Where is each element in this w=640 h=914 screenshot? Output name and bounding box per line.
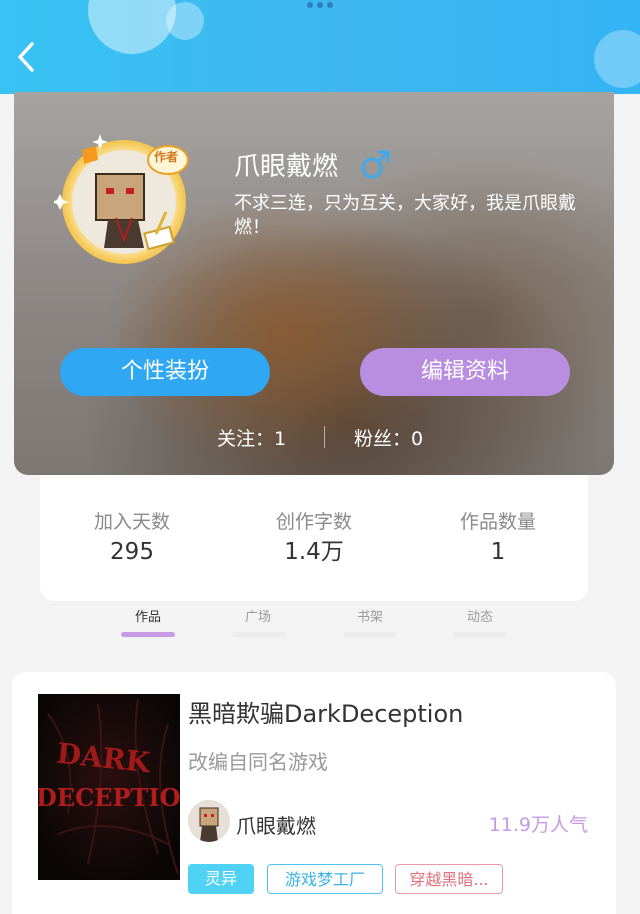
author-avatar-image xyxy=(188,800,230,842)
stat-word-count: 创作字数 1.4万 xyxy=(234,509,394,567)
username: 爪眼戴燃 xyxy=(234,152,339,182)
decor-bubble xyxy=(88,0,176,54)
edit-profile-button[interactable]: 编辑资料 xyxy=(360,348,570,396)
tab-activity[interactable]: 动态 xyxy=(440,606,520,625)
chevron-left-icon xyxy=(18,42,34,72)
stat-work-count: 作品数量 1 xyxy=(418,509,578,567)
stats-card: 加入天数 295 创作字数 1.4万 作品数量 1 xyxy=(40,475,588,601)
stat-label: 加入天数 xyxy=(93,511,170,533)
work-cover-image[interactable]: DARK DECEPTION xyxy=(38,694,180,880)
tag-supernatural[interactable]: 灵异 xyxy=(188,864,254,894)
tab-works[interactable]: 作品 xyxy=(108,606,188,625)
stat-value: 1 xyxy=(490,539,506,565)
male-symbol-icon xyxy=(361,150,390,179)
author-badge-text: 作者 xyxy=(154,150,179,164)
more-dots-icon[interactable] xyxy=(302,2,338,12)
top-bar xyxy=(0,0,640,94)
cover-art: DARK DECEPTION xyxy=(38,694,180,880)
profile-card: 作者 爪眼戴燃 不求三连，只为互关，大家好，我是爪眼戴燃！ 个性装扮 编辑资料 … xyxy=(14,92,614,475)
stat-value: 1.4万 xyxy=(284,539,344,565)
tab-indicator xyxy=(343,632,397,637)
work-description: 改编自同名游戏 xyxy=(188,750,328,774)
stat-value: 295 xyxy=(110,539,154,565)
tab-indicator-active xyxy=(121,632,175,637)
work-title[interactable]: 黑暗欺骗DarkDeception xyxy=(188,694,463,729)
fans-count[interactable]: 粉丝：0 xyxy=(354,424,423,451)
tab-indicator xyxy=(453,632,507,637)
tab-indicator xyxy=(232,632,286,637)
back-button[interactable] xyxy=(8,36,48,76)
work-card[interactable]: DARK DECEPTION 黑暗欺骗DarkDeception 改编自同名游戏… xyxy=(12,672,616,914)
popularity-count: 11.9万人气 xyxy=(488,814,588,836)
decor-bubble xyxy=(594,30,640,88)
tag-through-darkness[interactable]: 穿越黑暗... xyxy=(395,864,503,894)
tab-bookshelf[interactable]: 书架 xyxy=(330,606,410,625)
stat-label: 创作字数 xyxy=(275,511,352,533)
avatar[interactable]: 作者 xyxy=(51,132,194,272)
tab-square[interactable]: 广场 xyxy=(218,606,298,625)
stat-label: 作品数量 xyxy=(459,511,536,533)
cover-title-line2: DECEPTION xyxy=(38,783,180,812)
follow-stats: 关注：1 粉丝：0 xyxy=(14,424,614,454)
profile-bio: 不求三连，只为互关，大家好，我是爪眼戴燃！ xyxy=(234,193,576,238)
author-avatar[interactable] xyxy=(188,800,230,842)
following-count[interactable]: 关注：1 xyxy=(217,424,286,451)
decor-bubble xyxy=(166,2,204,40)
tab-bar: 作品 广场 书架 动态 xyxy=(0,600,640,648)
author-name[interactable]: 爪眼戴燃 xyxy=(236,810,316,839)
dress-up-button[interactable]: 个性装扮 xyxy=(60,348,270,396)
stat-join-days: 加入天数 295 xyxy=(52,509,212,567)
divider xyxy=(324,426,325,448)
tag-game-workshop[interactable]: 游戏梦工厂 xyxy=(267,864,383,894)
